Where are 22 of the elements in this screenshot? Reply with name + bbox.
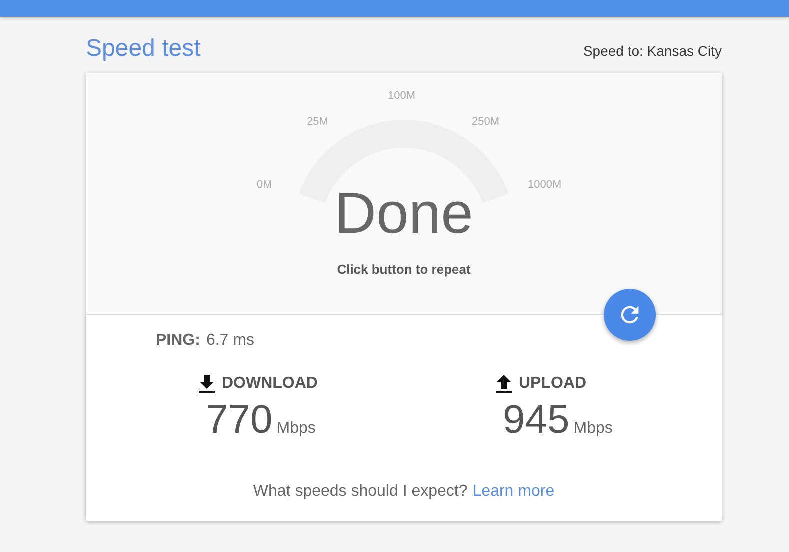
server-location: Speed to: Kansas City	[583, 43, 722, 59]
gauge-tick-label: 25M	[307, 116, 328, 128]
metric-value: 945	[503, 398, 570, 443]
hint-text: Click button to repeat	[337, 262, 471, 277]
download-icon	[198, 374, 216, 394]
footer-text: What speeds should I expect?	[253, 483, 468, 501]
metric-unit: Mbps	[276, 420, 316, 438]
upload-icon	[495, 374, 513, 394]
gauge-tick-label: 0M	[257, 179, 272, 191]
metric-value: 770	[206, 398, 273, 443]
page-title: Speed test	[86, 35, 201, 63]
ping-label: PING:	[156, 332, 200, 350]
metric-unit: Mbps	[574, 420, 613, 438]
refresh-button[interactable]	[604, 289, 656, 341]
status-text: Done	[334, 185, 474, 243]
gauge-tick-label: 1000M	[528, 179, 562, 191]
gauge-tick-label: 250M	[472, 116, 500, 128]
metric-label: UPLOAD	[519, 375, 587, 393]
learn-more-link[interactable]: Learn more	[472, 483, 555, 501]
metric-label: DOWNLOAD	[222, 375, 318, 393]
gauge-tick-label: 100M	[388, 90, 416, 102]
ping-value: 6.7 ms	[206, 332, 254, 350]
